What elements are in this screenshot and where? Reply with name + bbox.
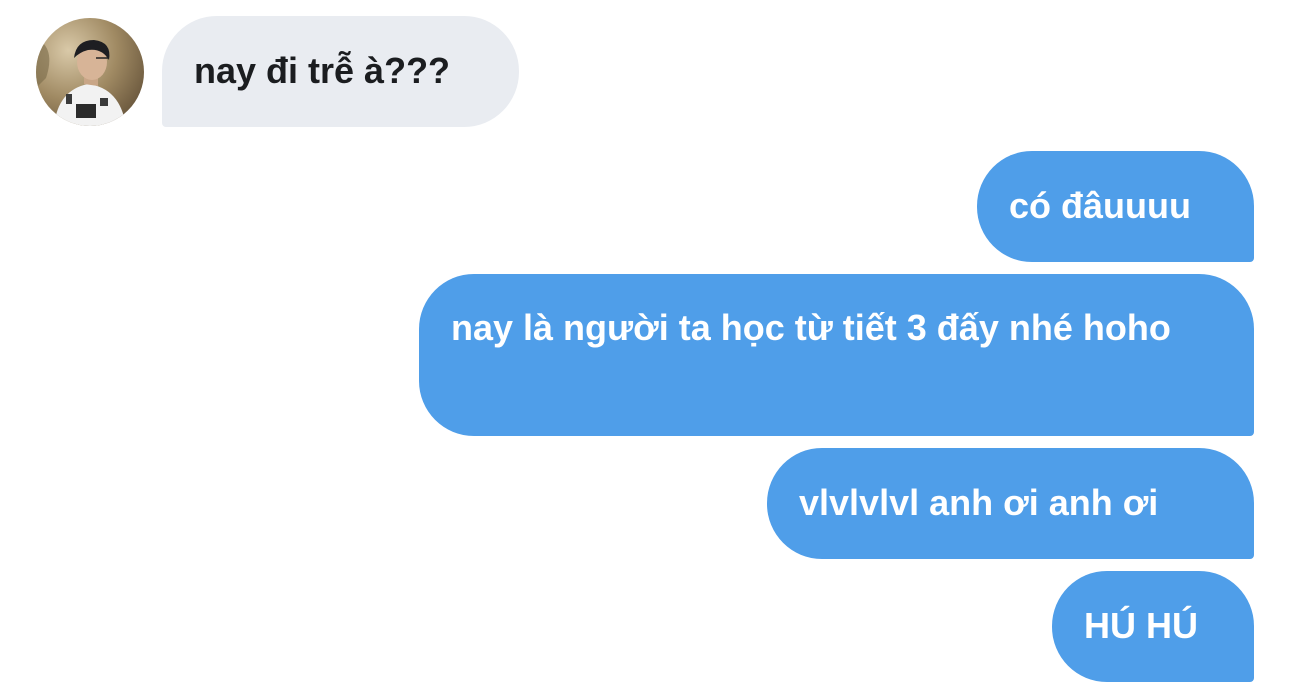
message-text: có đâuuuu [1009,185,1191,226]
message-bubble-sent[interactable]: có đâuuuu [977,151,1254,262]
message-text: nay là người ta học từ tiết 3 đấy nhé ho… [451,307,1171,348]
avatar-photo [36,18,144,126]
message-bubble-sent[interactable]: vlvlvlvl anh ơi anh ơi [767,448,1254,559]
message-bubble-received[interactable]: nay đi trễ à??? [162,16,519,127]
message-bubble-sent[interactable]: nay là người ta học từ tiết 3 đấy nhé ho… [419,274,1254,436]
message-bubble-sent[interactable]: HÚ HÚ [1052,571,1254,682]
contact-avatar[interactable] [36,18,144,126]
message-text: vlvlvlvl anh ơi anh ơi [799,482,1159,523]
message-text: HÚ HÚ [1084,605,1198,646]
message-text: nay đi trễ à??? [194,50,451,91]
